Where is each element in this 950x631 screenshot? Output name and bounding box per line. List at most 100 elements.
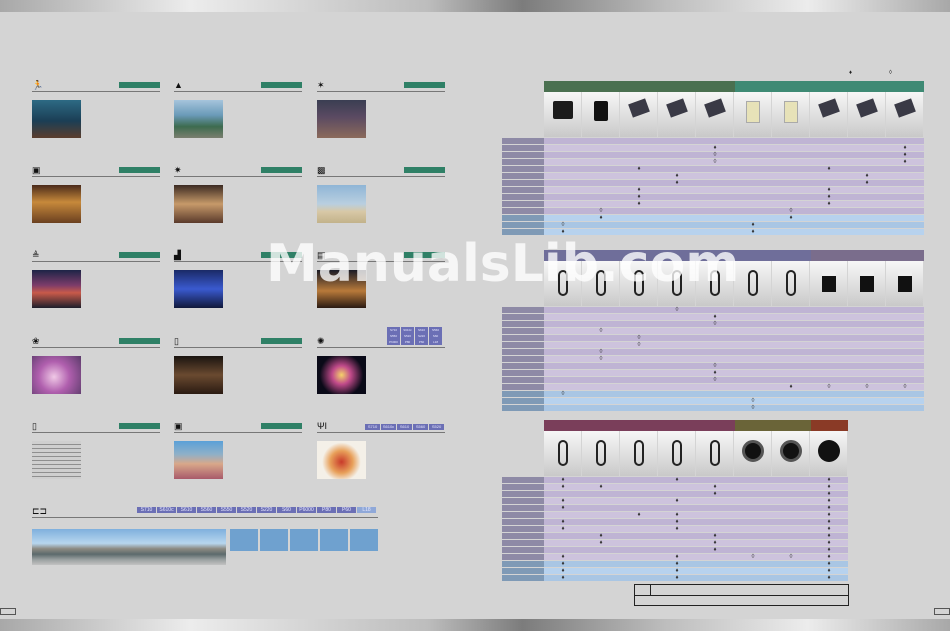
model-row-label bbox=[502, 335, 544, 341]
compatible-marker: ♦ bbox=[827, 533, 831, 539]
panorama-wide-photo bbox=[32, 529, 226, 565]
compatibility-chip: S520 bbox=[429, 424, 445, 430]
model-row-label bbox=[502, 342, 544, 348]
compatible-marker: ♦ bbox=[827, 554, 831, 560]
accessory-product bbox=[886, 261, 924, 306]
optional-marker: ◊ bbox=[713, 152, 717, 158]
compatible-marker: ♦ bbox=[827, 201, 831, 207]
cable-icon bbox=[747, 270, 758, 296]
scene-thumbnail bbox=[317, 185, 366, 223]
compatible-marker: ♦ bbox=[865, 180, 869, 186]
model-row-label bbox=[502, 554, 544, 560]
portrait-icon: ▣ bbox=[32, 165, 41, 175]
model-row bbox=[544, 342, 924, 348]
accessory-product bbox=[772, 92, 810, 137]
scene-thumbnail bbox=[32, 185, 81, 223]
scene-tag bbox=[261, 338, 302, 344]
model-row bbox=[544, 519, 848, 525]
compatible-marker: ♦ bbox=[827, 194, 831, 200]
panorama-icon: ⊏⊐ bbox=[32, 506, 48, 516]
model-row-label bbox=[502, 307, 544, 313]
scene-header: ❀ bbox=[32, 336, 160, 348]
accessory-product bbox=[658, 92, 696, 137]
compatible-marker: ♦ bbox=[713, 540, 717, 546]
battery-icon bbox=[817, 98, 840, 118]
key-open-marker: ◊ bbox=[889, 70, 892, 76]
category-band bbox=[544, 81, 735, 92]
compatibility-chip: P6000 bbox=[297, 507, 317, 513]
model-row-label bbox=[502, 145, 544, 151]
compatibility-chip: S610c bbox=[157, 507, 177, 513]
compatible-marker: ♦ bbox=[713, 484, 717, 490]
flash-icon bbox=[859, 270, 874, 292]
accessory-product bbox=[696, 431, 734, 476]
scene-header: ▩ bbox=[317, 165, 445, 177]
scene-header: ▣ bbox=[32, 165, 160, 177]
compatible-marker: ♦ bbox=[789, 215, 793, 221]
scene-thumbnail bbox=[174, 100, 223, 138]
scene-header: 🏃 bbox=[32, 80, 160, 92]
compatibility-chip: S710 bbox=[137, 507, 157, 513]
compatible-marker: ♦ bbox=[599, 484, 603, 490]
compatible-marker: ♦ bbox=[827, 575, 831, 581]
model-row-label bbox=[502, 194, 544, 200]
compatibility-chip: P60 bbox=[415, 339, 429, 345]
footnote-rule bbox=[651, 595, 848, 596]
cable-icon bbox=[671, 440, 682, 466]
cable-icon bbox=[709, 440, 720, 466]
accessory-product bbox=[696, 92, 734, 137]
accessory-product bbox=[620, 431, 658, 476]
model-row bbox=[544, 391, 924, 397]
scene-tag bbox=[261, 423, 302, 429]
scene-card: ▩ bbox=[317, 165, 445, 245]
model-row bbox=[544, 526, 848, 532]
model-row-label bbox=[502, 215, 544, 221]
model-row bbox=[544, 370, 924, 376]
optional-marker: ◊ bbox=[713, 321, 717, 327]
scene-tag bbox=[119, 338, 160, 344]
model-row bbox=[544, 512, 848, 518]
optional-marker: ◊ bbox=[637, 335, 641, 341]
scene-card: ✷ bbox=[174, 165, 302, 245]
model-row-label bbox=[502, 222, 544, 228]
scene-header: ✶ bbox=[317, 80, 445, 92]
battery-icon bbox=[893, 98, 916, 118]
night-landscape-icon: ▟ bbox=[174, 250, 181, 260]
scene-thumbnail bbox=[174, 441, 223, 479]
accessory-product bbox=[848, 92, 886, 137]
cable-icon bbox=[595, 440, 606, 466]
model-row-label bbox=[502, 384, 544, 390]
compatible-marker: ♦ bbox=[751, 222, 755, 228]
model-row bbox=[544, 145, 924, 151]
battery-icon bbox=[855, 98, 878, 118]
compatible-marker: ♦ bbox=[827, 519, 831, 525]
watermark: ManualsLib.com bbox=[266, 234, 740, 294]
battery-icon bbox=[627, 98, 650, 118]
box-icon bbox=[783, 101, 798, 123]
compatible-marker: ♦ bbox=[637, 201, 641, 207]
scene-thumbnail bbox=[317, 100, 366, 138]
copy-icon: ▯ bbox=[32, 421, 37, 431]
model-row bbox=[544, 138, 924, 144]
model-row-label bbox=[502, 208, 544, 214]
model-row-label bbox=[502, 575, 544, 581]
model-row bbox=[544, 321, 924, 327]
compatible-marker: ♦ bbox=[561, 568, 565, 574]
footnote-box bbox=[634, 584, 849, 606]
accessory-product bbox=[582, 431, 620, 476]
key-filled-marker: ♦ bbox=[849, 70, 853, 76]
party-icon: ✶ bbox=[317, 80, 325, 90]
compatible-marker: ♦ bbox=[713, 547, 717, 553]
compatible-marker: ♦ bbox=[713, 145, 717, 151]
model-row-label bbox=[502, 405, 544, 411]
compatible-marker: ♦ bbox=[561, 561, 565, 567]
model-row bbox=[544, 152, 924, 158]
scene-card: ≜ bbox=[32, 250, 160, 330]
scene-header: ▯ bbox=[174, 336, 302, 348]
compatibility-chip: S610c bbox=[381, 424, 397, 430]
compatible-marker: ♦ bbox=[561, 519, 565, 525]
scene-thumbnail bbox=[317, 356, 366, 394]
compatible-marker: ♦ bbox=[827, 505, 831, 511]
compatible-marker: ♦ bbox=[827, 187, 831, 193]
optional-marker: ◊ bbox=[675, 307, 679, 313]
